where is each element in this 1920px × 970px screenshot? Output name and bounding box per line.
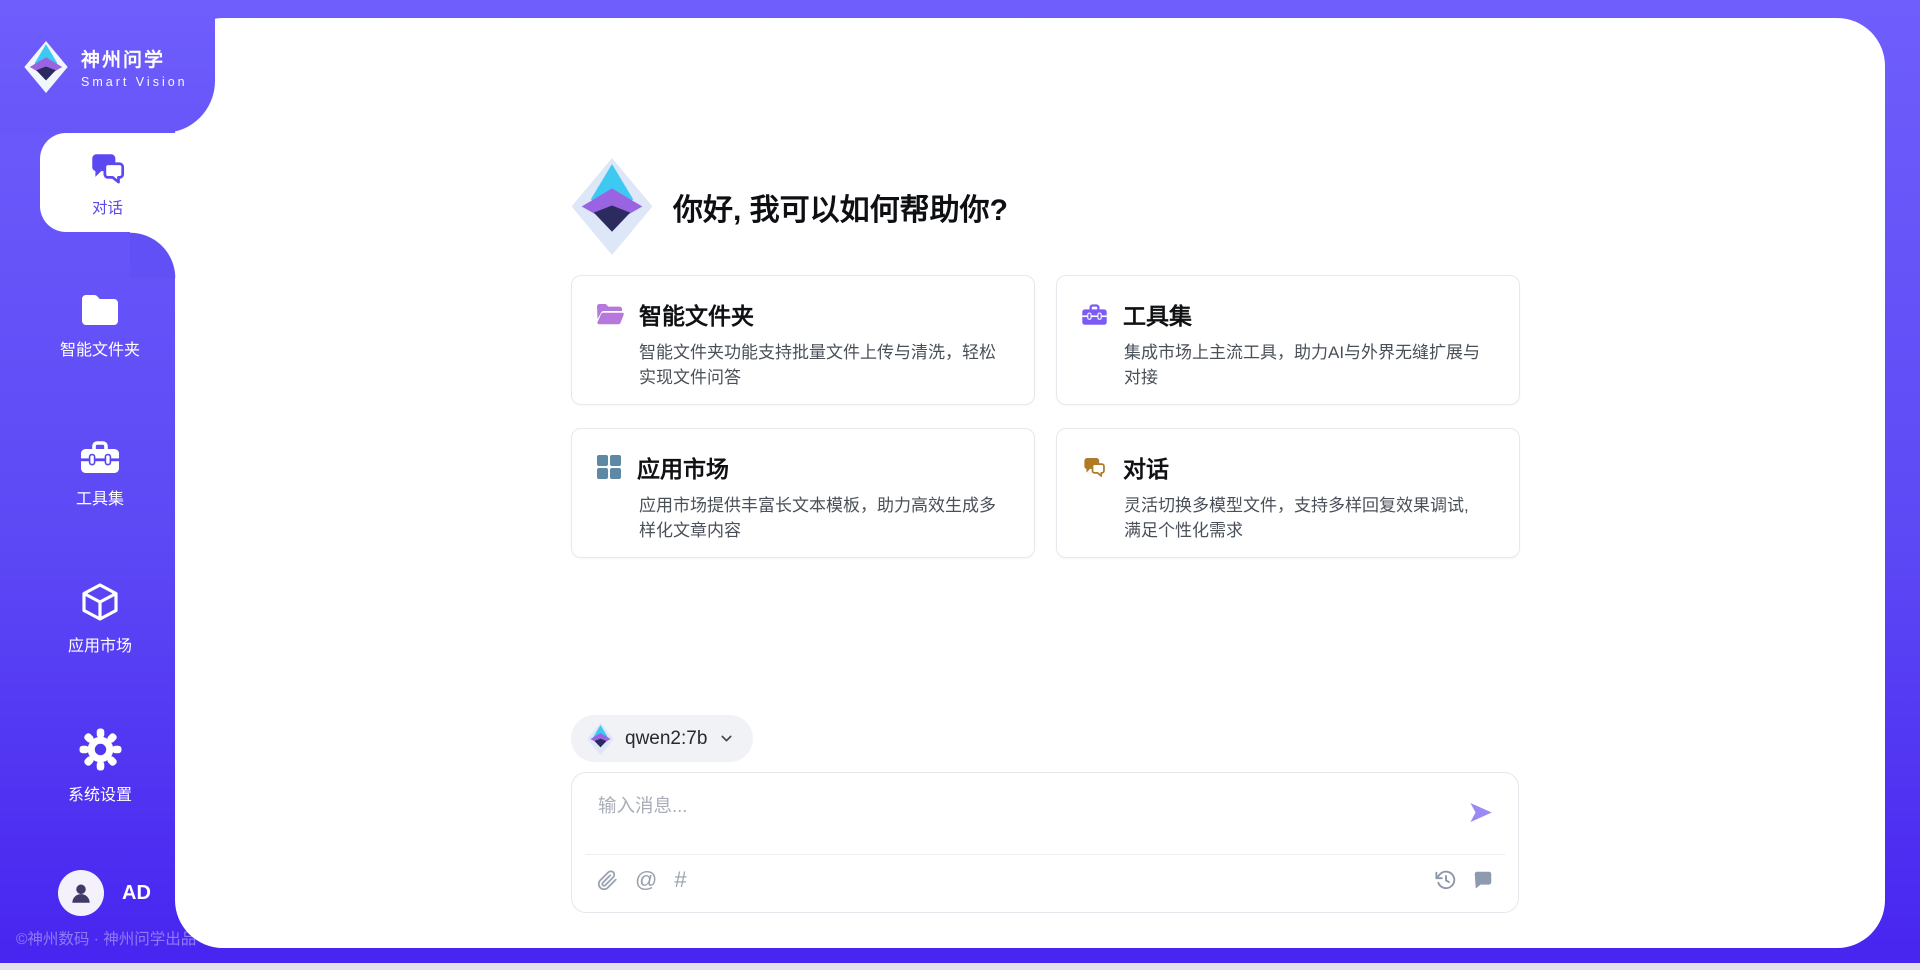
gear-icon [78, 727, 123, 772]
card-description: 集成市场上主流工具，助力AI与外界无缝扩展与对接 [1124, 340, 1495, 390]
card-description: 应用市场提供丰富长文本模板，助力高效生成多样化文章内容 [639, 493, 1010, 543]
card-chat[interactable]: 对话 灵活切换多模型文件，支持多样回复效果调试, 满足个性化需求 [1056, 428, 1520, 558]
brand-logo-block: 神州问学 Smart Vision [0, 0, 215, 133]
avatar [58, 870, 104, 916]
sidebar-item-label: 工具集 [76, 485, 124, 509]
briefcase-icon [79, 438, 121, 476]
folder-icon [80, 293, 120, 327]
history-icon[interactable] [1435, 869, 1457, 891]
card-description: 智能文件夹功能支持批量文件上传与清洗，轻松实现文件问答 [639, 340, 1010, 390]
briefcase-icon [1081, 302, 1108, 327]
greeting-title: 你好, 我可以如何帮助你? [673, 185, 1008, 229]
copyright-footer: ©神州数码 · 神州问学出品 [16, 927, 196, 949]
sidebar-item-chat[interactable]: 对话 [40, 133, 175, 232]
card-app-market[interactable]: 应用市场 应用市场提供丰富长文本模板，助力高效生成多样化文章内容 [571, 428, 1035, 558]
sidebar-item-label: 系统设置 [68, 781, 132, 805]
chat-bubbles-icon [87, 148, 129, 190]
card-smart-folder[interactable]: 智能文件夹 智能文件夹功能支持批量文件上传与清洗，轻松实现文件问答 [571, 275, 1035, 405]
card-title: 应用市场 [637, 450, 729, 484]
card-toolset[interactable]: 工具集 集成市场上主流工具，助力AI与外界无缝扩展与对接 [1056, 275, 1520, 405]
sidebar-item-label: 智能文件夹 [60, 336, 140, 360]
brand-gem-icon [571, 158, 653, 255]
sidebar-item-label: 应用市场 [68, 632, 132, 656]
feedback-bubble-icon[interactable] [1472, 869, 1494, 891]
composer-divider [585, 854, 1505, 855]
brand-subtitle: Smart Vision [81, 75, 188, 89]
model-gem-icon [587, 723, 614, 755]
sidebar-item-app-market[interactable]: 应用市场 [0, 581, 200, 656]
model-name: qwen2:7b [625, 728, 707, 750]
card-title: 对话 [1123, 450, 1169, 484]
main-content-panel: 你好, 我可以如何帮助你? 智能文件夹 智能文件夹功能支持批量文件上传与清洗，轻… [175, 18, 1885, 948]
greeting-row: 你好, 我可以如何帮助你? [571, 158, 1008, 255]
chevron-down-icon [718, 730, 735, 747]
attachment-icon[interactable] [597, 870, 618, 891]
feature-cards: 智能文件夹 智能文件夹功能支持批量文件上传与清洗，轻松实现文件问答 工具集 集成… [571, 275, 1520, 558]
folder-open-icon [596, 302, 624, 326]
grid-icon [596, 454, 622, 480]
card-title: 智能文件夹 [639, 297, 754, 331]
mention-icon[interactable]: @ [635, 869, 657, 891]
cube-icon [79, 581, 121, 623]
hashtag-icon[interactable]: # [674, 869, 686, 891]
user-initials: AD [122, 882, 151, 905]
sidebar-item-settings[interactable]: 系统设置 [0, 727, 200, 805]
app-window: 你好, 我可以如何帮助你? 智能文件夹 智能文件夹功能支持批量文件上传与清洗，轻… [0, 0, 1920, 970]
tab-corner-fillet [130, 232, 176, 278]
card-description: 灵活切换多模型文件，支持多样回复效果调试, 满足个性化需求 [1124, 493, 1495, 543]
sidebar-item-label: 对话 [92, 196, 123, 218]
bottom-scrollbar-track[interactable] [0, 963, 1920, 970]
user-profile[interactable]: AD [58, 870, 151, 916]
send-icon[interactable] [1467, 799, 1494, 826]
sidebar-item-smart-folder[interactable]: 智能文件夹 [0, 293, 200, 360]
brand-logo-icon [24, 41, 68, 93]
message-composer: @ # [571, 772, 1519, 913]
composer-toolbar: @ # [597, 865, 1494, 895]
brand-name: 神州问学 [81, 45, 188, 72]
message-input[interactable] [596, 790, 1440, 850]
person-icon [68, 880, 94, 906]
chat-bubbles-icon [1081, 454, 1108, 481]
model-selector[interactable]: qwen2:7b [571, 715, 753, 762]
sidebar-item-toolset[interactable]: 工具集 [0, 438, 200, 509]
card-title: 工具集 [1123, 297, 1192, 331]
